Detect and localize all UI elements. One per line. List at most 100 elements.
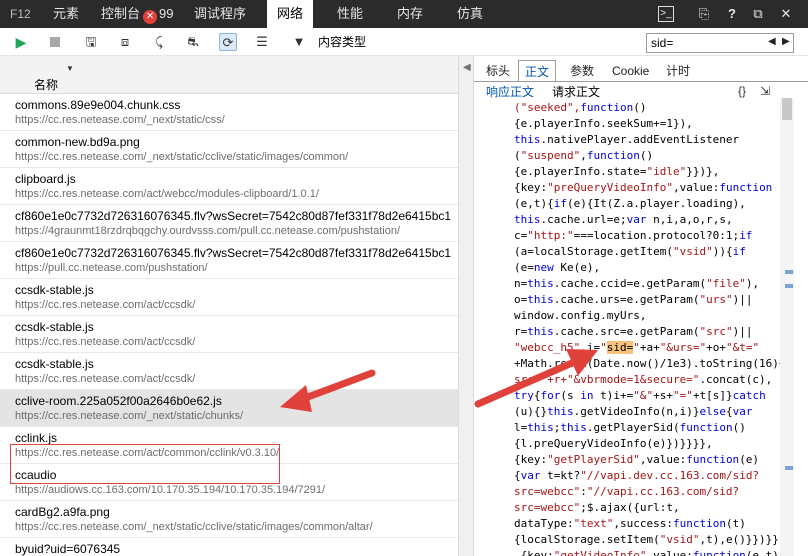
help-icon[interactable]: ?: [724, 6, 740, 22]
tab-emulation[interactable]: 仿真: [457, 0, 483, 28]
export-har-icon[interactable]: 🖫: [82, 33, 100, 51]
request-row[interactable]: commons.89e9e004.chunk.css https://cc.res…: [0, 94, 458, 131]
tab-body[interactable]: 正文: [518, 60, 557, 82]
name-column-header[interactable]: ▼ 名称: [0, 56, 458, 94]
request-name: cf860e1e0c7732d726316076345.flv?wsSecret…: [15, 209, 452, 223]
code-line: {key:"getPlayerSid",value:function(e): [514, 452, 786, 468]
request-name: ccsdk-stable.js: [15, 357, 94, 371]
vertical-scrollbar[interactable]: [780, 98, 794, 556]
code-token: this: [514, 133, 541, 146]
clear-entries-icon[interactable]: ☰: [253, 33, 271, 51]
console-toggle-icon[interactable]: >_: [658, 6, 674, 22]
close-icon[interactable]: ✕: [778, 6, 794, 22]
code-token: l=: [514, 421, 528, 434]
tab-network[interactable]: 网络: [267, 0, 314, 28]
code-token: t)i+=: [593, 389, 634, 402]
scrollbar-thumb[interactable]: [782, 98, 792, 120]
request-name: byuid?uid=6076345: [15, 542, 121, 556]
code-token: (e,t){: [514, 197, 554, 210]
panel-splitter[interactable]: ◀: [458, 56, 474, 556]
undock-icon[interactable]: ⧉: [750, 6, 766, 22]
code-token: ,value:: [646, 549, 693, 556]
code-token: (a=localStorage.getItem(: [514, 245, 673, 258]
import-icon[interactable]: ⧈: [116, 33, 134, 51]
code-line: (e=new Ke(e),: [514, 260, 786, 276]
tab-elements[interactable]: 元素: [53, 0, 79, 28]
code-line: src="+r+"&vbrmode=1&secure=".concat(c),: [514, 372, 786, 388]
code-token: (e): [739, 453, 760, 466]
code-line: ("suspend",function(): [514, 148, 786, 164]
tab-console[interactable]: 控制台 ✕ 99: [101, 0, 173, 28]
code-token: .concat(c),: [699, 373, 773, 386]
code-line: {key:"preQueryVideoInfo",value:function: [514, 180, 786, 196]
request-row[interactable]: byuid?uid=6076345: [0, 538, 458, 556]
code-token: }})},: [686, 165, 720, 178]
code-token: in: [580, 389, 594, 402]
request-row[interactable]: common-new.bd9a.png https://cc.res.neteas…: [0, 131, 458, 168]
tab-memory[interactable]: 内存: [397, 0, 423, 28]
request-row[interactable]: cardBg2.a9fa.png https://cc.res.netease.c…: [0, 501, 458, 538]
code-token: .cache.urs=e.getParam(: [553, 293, 700, 306]
content-type-filter[interactable]: 内容类型: [318, 33, 366, 50]
request-url: https://cc.res.netease.com/_next/static/…: [15, 410, 244, 422]
tab-headers[interactable]: 标头: [480, 60, 516, 82]
tab-timing[interactable]: 计时: [660, 60, 696, 82]
code-line: {l.preQueryVideoInfo(e)})}}}},: [514, 436, 786, 452]
subtab-request-body[interactable]: 请求正文: [552, 84, 600, 100]
request-row[interactable]: ccsdk-stable.js https://cc.res.netease.co…: [0, 316, 458, 353]
code-token: Ke(e),: [553, 261, 601, 274]
word-wrap-icon[interactable]: ⇲: [760, 84, 770, 98]
code-token: )||: [732, 325, 753, 338]
always-refresh-icon[interactable]: ⟳: [219, 33, 237, 51]
code-token: ,value:: [672, 181, 720, 194]
code-token: this: [527, 325, 554, 338]
code-token: {: [725, 405, 733, 418]
code-token: this: [547, 405, 574, 418]
code-line: ,{key:"getVideoInfo",value:function(e,t): [514, 548, 786, 556]
tab-performance[interactable]: 性能: [337, 0, 363, 28]
request-row[interactable]: clipboard.js https://cc.res.netease.com/a…: [0, 168, 458, 205]
collapse-icon[interactable]: ◀: [463, 62, 471, 73]
start-profiling-icon[interactable]: ▶: [12, 33, 30, 51]
tab-parameters[interactable]: 参数: [564, 60, 600, 82]
tab-debugger[interactable]: 调试程序: [194, 0, 246, 28]
code-token: try: [514, 389, 534, 402]
code-token: "idle": [646, 165, 687, 178]
clear-session-icon[interactable]: ⤹: [150, 33, 168, 51]
code-token: .cache.src=e.getParam(: [553, 325, 700, 338]
code-token: "getPlayerSid": [547, 453, 640, 466]
request-row[interactable]: ccsdk-stable.js https://cc.res.netease.co…: [0, 353, 458, 390]
code-token: "webcc_h5": [514, 341, 581, 354]
code-token: var: [520, 469, 541, 482]
code-token: (e,t): [745, 549, 779, 556]
search-prev-icon[interactable]: ◀: [768, 36, 776, 47]
stop-profiling-icon[interactable]: [50, 37, 60, 47]
code-token: t=kt?: [540, 469, 581, 482]
request-row[interactable]: ccsdk-stable.js https://cc.res.netease.co…: [0, 279, 458, 316]
pretty-print-icon[interactable]: {}: [738, 84, 746, 98]
feedback-icon[interactable]: ⎘: [696, 6, 712, 22]
request-row[interactable]: cf860e1e0c7732d726316076345.flv?wsSecret…: [0, 205, 458, 242]
code-token: .getPlayerSid(: [586, 421, 680, 434]
search-match-marker: [785, 466, 793, 470]
request-name: common-new.bd9a.png: [15, 135, 140, 149]
code-token: this: [514, 213, 541, 226]
request-row-selected[interactable]: cclive-room.225a052f00a2646b0e62.js https…: [0, 390, 458, 427]
clear-cache-icon[interactable]: ⛐: [184, 33, 202, 51]
code-token: "preQueryVideoInfo": [547, 181, 673, 194]
tab-cookie[interactable]: Cookie: [606, 60, 655, 82]
code-line: {e.playerInfo.state="idle"}})},: [514, 164, 786, 180]
subtab-response-body[interactable]: 响应正文: [486, 84, 534, 100]
search-next-icon[interactable]: ▶: [782, 36, 790, 47]
code-line: n=this.cache.ccid=e.getParam("file"),: [514, 276, 786, 292]
code-token: r=: [514, 325, 528, 338]
code-token: this: [527, 293, 554, 306]
code-token: ": [633, 341, 640, 354]
code-token: dataType:: [514, 517, 574, 530]
request-row[interactable]: cf860e1e0c7732d726316076345.flv?wsSecret…: [0, 242, 458, 279]
code-token: {key:: [514, 453, 548, 466]
filter-icon[interactable]: ▼: [290, 33, 308, 51]
code-token: ;$.ajax({url:t,: [580, 501, 680, 514]
console-error-count: 99: [159, 6, 174, 21]
request-name: clipboard.js: [15, 172, 76, 186]
